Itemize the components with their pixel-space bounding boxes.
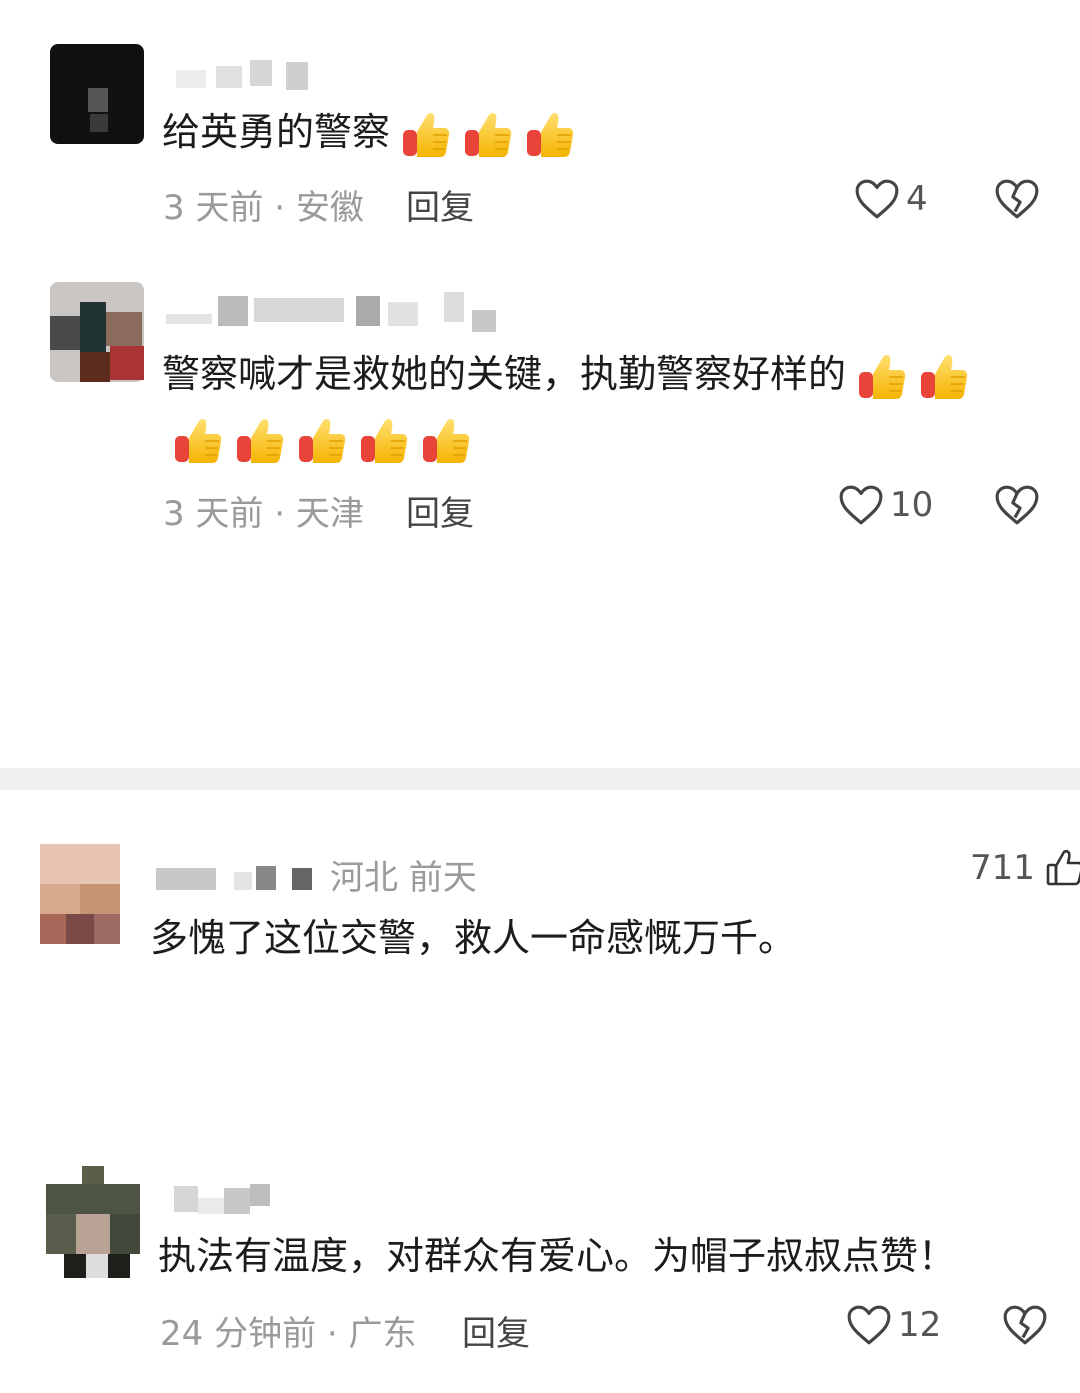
thumbs-up-outline-icon	[1045, 848, 1080, 888]
thumbs-up-emoji	[400, 110, 452, 160]
dislike-button[interactable]	[1002, 1304, 1048, 1350]
thumbs-up-emoji	[918, 352, 970, 402]
like-count: 711	[970, 848, 1035, 888]
username-blurred[interactable]	[174, 1180, 284, 1220]
like-button[interactable]: 4	[854, 178, 928, 220]
avatar[interactable]	[50, 282, 144, 382]
avatar[interactable]	[46, 1166, 140, 1278]
thumbs-up-emoji	[172, 416, 224, 466]
thumbs-up-emoji	[856, 352, 908, 402]
comment-text: 警察喊才是救她的关键，执勤警察好样的	[162, 350, 970, 402]
username-blurred[interactable]	[156, 852, 326, 892]
heart-outline-icon	[854, 178, 900, 220]
like-count: 10	[890, 485, 934, 525]
comment-time-location: 3 天前 · 天津	[163, 494, 364, 534]
username-blurred[interactable]	[166, 292, 506, 332]
username-blurred[interactable]	[176, 52, 336, 92]
dislike-button[interactable]	[994, 178, 1040, 224]
avatar[interactable]	[50, 44, 144, 144]
comment-time-location: 24 分钟前 · 广东	[160, 1314, 417, 1354]
comment-text: 执法有温度，对群众有爱心。为帽子叔叔点赞！	[158, 1234, 957, 1278]
heart-outline-icon	[838, 484, 884, 526]
thumbs-up-emoji	[358, 416, 410, 466]
comment-time-location: 3 天前 · 安徽	[163, 188, 364, 228]
like-button[interactable]: 10	[838, 484, 933, 526]
broken-heart-icon	[994, 484, 1040, 526]
avatar[interactable]	[40, 844, 120, 944]
broken-heart-icon	[1002, 1304, 1048, 1346]
thumbs-up-emoji	[234, 416, 286, 466]
thumbs-up-emoji	[524, 110, 576, 160]
reply-button[interactable]: 回复	[462, 1306, 530, 1355]
dislike-button[interactable]	[994, 484, 1040, 530]
thumbs-up-emoji	[296, 416, 348, 466]
comment-location-time: 河北 前天	[330, 858, 477, 898]
like-count: 4	[906, 179, 928, 219]
comment-text: 给英勇的警察	[162, 108, 576, 160]
section-divider	[0, 768, 1080, 790]
comment-text: 多愧了这位交警，救人一命感慨万千。	[150, 916, 797, 960]
like-button[interactable]: 12	[846, 1304, 941, 1346]
like-count: 12	[898, 1305, 942, 1345]
comment-text-emojis	[162, 414, 472, 466]
thumbs-up-emoji	[420, 416, 472, 466]
thumbs-up-emoji	[462, 110, 514, 160]
heart-outline-icon	[846, 1304, 892, 1346]
like-button[interactable]: 711	[970, 848, 1080, 888]
reply-button[interactable]: 回复	[406, 486, 474, 535]
reply-button[interactable]: 回复	[406, 180, 474, 229]
broken-heart-icon	[994, 178, 1040, 220]
